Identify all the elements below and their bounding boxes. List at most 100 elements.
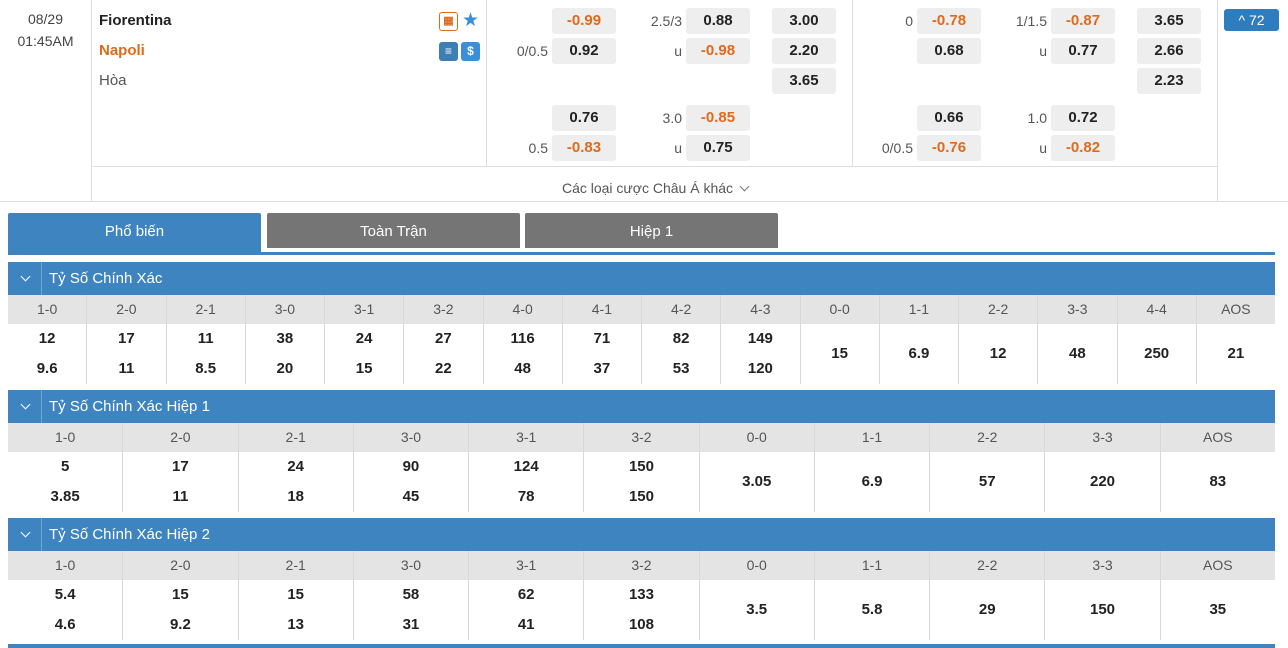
score-odds-away[interactable]: 108 — [584, 610, 698, 640]
score-odds-home[interactable]: 82 — [642, 324, 720, 354]
fh-over-odds[interactable]: -0.87 — [1051, 8, 1115, 34]
score-odds-home[interactable]: 133 — [584, 580, 698, 610]
score-odds-home[interactable]: 62 — [469, 580, 583, 610]
score-odds[interactable]: 83 — [1161, 452, 1275, 512]
away-team-name[interactable]: Napoli — [99, 42, 145, 59]
score-odds-away[interactable]: 22 — [404, 354, 482, 384]
score-odds[interactable]: 12 — [959, 324, 1037, 384]
score-odds-home[interactable]: 24 — [325, 324, 403, 354]
ft-alt-over-odds[interactable]: -0.85 — [686, 105, 750, 131]
score-odds-away[interactable]: 18 — [239, 482, 353, 512]
score-odds-home[interactable]: 58 — [354, 580, 468, 610]
score-odds-away[interactable]: 11 — [87, 354, 165, 384]
section-header[interactable]: Tỷ Số Chính Xác — [8, 262, 1275, 295]
star-icon[interactable]: ★ — [462, 11, 479, 30]
score-odds[interactable]: 29 — [930, 580, 1044, 640]
fh-1x2-draw[interactable]: 2.23 — [1137, 68, 1201, 94]
stats-icon[interactable]: ▦ — [439, 12, 458, 31]
home-team-name[interactable]: Fiorentina — [99, 12, 172, 29]
score-odds-home[interactable]: 116 — [484, 324, 562, 354]
tab-full-match[interactable]: Toàn Trận — [267, 213, 520, 248]
score-odds-away[interactable]: 3.85 — [8, 482, 122, 512]
score-odds-home[interactable]: 17 — [87, 324, 165, 354]
money-icon[interactable]: $ — [461, 42, 480, 61]
ft-over-odds[interactable]: 0.88 — [686, 8, 750, 34]
more-markets-button[interactable]: ^ 72 — [1224, 9, 1279, 31]
score-odds-home[interactable]: 27 — [404, 324, 482, 354]
score-odds-away[interactable]: 78 — [469, 482, 583, 512]
score-odds[interactable]: 35 — [1161, 580, 1275, 640]
score-odds-away[interactable]: 41 — [469, 610, 583, 640]
tab-first-half[interactable]: Hiệp 1 — [525, 213, 778, 248]
score-odds-home[interactable]: 124 — [469, 452, 583, 482]
more-asian-bets-toggle[interactable]: Các loại cược Châu Á khác — [93, 166, 1218, 201]
ft-handicap-away-odds[interactable]: 0.92 — [552, 38, 616, 64]
ft-alt-handicap-home-odds[interactable]: 0.76 — [552, 105, 616, 131]
fh-1x2-away[interactable]: 2.66 — [1137, 38, 1201, 64]
score-odds[interactable]: 220 — [1045, 452, 1159, 512]
score-odds-away[interactable]: 150 — [584, 482, 698, 512]
lineup-icon[interactable]: ≡ — [439, 42, 458, 61]
ft-alt-handicap-away-odds[interactable]: -0.83 — [552, 135, 616, 161]
tab-popular[interactable]: Phổ biến — [8, 213, 261, 253]
score-odds-away[interactable]: 13 — [239, 610, 353, 640]
score-odds-home[interactable]: 71 — [563, 324, 641, 354]
ft-1x2-home[interactable]: 3.00 — [772, 8, 836, 34]
ft-alt-under-odds[interactable]: 0.75 — [686, 135, 750, 161]
score-odds-home[interactable]: 12 — [8, 324, 86, 354]
score-odds-away[interactable]: 120 — [721, 354, 799, 384]
score-odds[interactable]: 3.5 — [700, 580, 814, 640]
score-odds-home[interactable]: 5.4 — [8, 580, 122, 610]
fh-under-odds[interactable]: 0.77 — [1051, 38, 1115, 64]
score-odds-away[interactable]: 48 — [484, 354, 562, 384]
score-odds-home[interactable]: 90 — [354, 452, 468, 482]
score-odds[interactable]: 57 — [930, 452, 1044, 512]
chevron-down-icon[interactable] — [20, 527, 31, 538]
score-odds-home[interactable]: 149 — [721, 324, 799, 354]
score-odds-away[interactable]: 53 — [642, 354, 720, 384]
score-odds[interactable]: 150 — [1045, 580, 1159, 640]
chevron-down-icon[interactable] — [20, 271, 31, 282]
score-odds-away[interactable]: 45 — [354, 482, 468, 512]
fh-alt-handicap-home-odds[interactable]: 0.66 — [917, 105, 981, 131]
fh-alt-under-odds[interactable]: -0.82 — [1051, 135, 1115, 161]
chevron-down-icon[interactable] — [20, 399, 31, 410]
ft-under-odds[interactable]: -0.98 — [686, 38, 750, 64]
section-header[interactable]: Tỷ Số Chính Xác Hiệp 1 — [8, 390, 1275, 423]
score-odds-home[interactable]: 15 — [239, 580, 353, 610]
fh-alt-handicap-away-odds[interactable]: -0.76 — [917, 135, 981, 161]
score-column: 2-0 17 11 — [87, 295, 167, 384]
score-odds-away[interactable]: 31 — [354, 610, 468, 640]
score-odds[interactable]: 5.8 — [815, 580, 929, 640]
score-odds[interactable]: 21 — [1197, 324, 1275, 384]
score-odds-home[interactable]: 5 — [8, 452, 122, 482]
score-odds[interactable]: 48 — [1038, 324, 1116, 384]
score-odds[interactable]: 3.05 — [700, 452, 814, 512]
section-header[interactable]: Tỷ Số Chính Xác Hiệp 2 — [8, 518, 1275, 551]
score-odds-away[interactable]: 20 — [246, 354, 324, 384]
score-odds-away[interactable]: 37 — [563, 354, 641, 384]
score-odds-away[interactable]: 11 — [123, 482, 237, 512]
fh-alt-over-odds[interactable]: 0.72 — [1051, 105, 1115, 131]
score-odds-away[interactable]: 8.5 — [167, 354, 245, 384]
score-odds[interactable]: 15 — [801, 324, 879, 384]
score-odds-home[interactable]: 38 — [246, 324, 324, 354]
fh-handicap-home-odds[interactable]: -0.78 — [917, 8, 981, 34]
score-odds-away[interactable]: 4.6 — [8, 610, 122, 640]
score-odds-home[interactable]: 24 — [239, 452, 353, 482]
ft-1x2-draw[interactable]: 3.65 — [772, 68, 836, 94]
score-odds-away[interactable]: 9.6 — [8, 354, 86, 384]
score-odds-away[interactable]: 9.2 — [123, 610, 237, 640]
score-odds[interactable]: 250 — [1118, 324, 1196, 384]
ft-1x2-away[interactable]: 2.20 — [772, 38, 836, 64]
ft-handicap-home-odds[interactable]: -0.99 — [552, 8, 616, 34]
score-odds[interactable]: 6.9 — [880, 324, 958, 384]
score-odds-home[interactable]: 17 — [123, 452, 237, 482]
score-odds[interactable]: 6.9 — [815, 452, 929, 512]
fh-1x2-home[interactable]: 3.65 — [1137, 8, 1201, 34]
score-odds-away[interactable]: 15 — [325, 354, 403, 384]
score-odds-home[interactable]: 150 — [584, 452, 698, 482]
fh-handicap-away-odds[interactable]: 0.68 — [917, 38, 981, 64]
score-odds-home[interactable]: 15 — [123, 580, 237, 610]
score-odds-home[interactable]: 11 — [167, 324, 245, 354]
